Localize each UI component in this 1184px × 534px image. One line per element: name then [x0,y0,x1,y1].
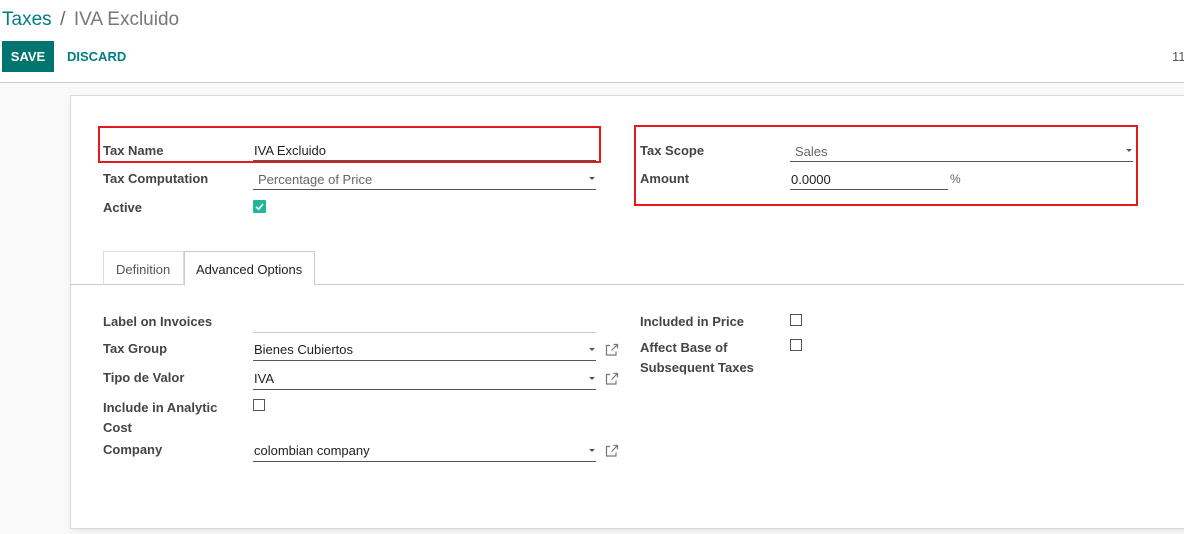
active-checkbox[interactable] [253,200,266,213]
caret-down-icon [589,449,595,452]
external-link-icon[interactable] [605,372,619,386]
active-label: Active [103,200,143,215]
company-label: Company [103,442,163,457]
company-select[interactable]: colombian company [253,440,596,462]
included-in-price-label: Included in Price [640,314,745,329]
tax-name-input[interactable]: IVA Excluido [253,140,596,161]
label-on-invoices-input[interactable] [253,312,596,333]
amount-value: 0.0000 [791,172,831,187]
tax-name-value: IVA Excluido [254,143,327,158]
label-on-invoices-label: Label on Invoices [103,314,213,329]
caret-down-icon [589,177,595,180]
breadcrumb-separator: / [60,9,66,30]
pager-value[interactable]: 11 [1172,49,1184,64]
control-panel: Taxes / IVA Excluido SAVE DISCARD 11 [0,0,1184,83]
tab-definition-label: Definition [116,262,171,277]
include-analytic-cost-line2: Cost [103,420,132,435]
included-in-price-checkbox[interactable] [790,314,802,326]
company-value: colombian company [254,443,370,458]
tab-definition[interactable]: Definition [103,251,184,285]
affect-base-line1: Affect Base of [640,340,728,355]
tipo-de-valor-label: Tipo de Valor [103,370,185,385]
amount-label: Amount [640,171,690,186]
tax-group-label: Tax Group [103,341,168,356]
tax-name-label: Tax Name [103,143,164,158]
tab-advanced-options-label: Advanced Options [196,262,303,277]
tax-group-value: Bienes Cubiertos [254,342,353,357]
include-analytic-cost-label: Include in Analytic Cost [103,398,217,438]
check-icon [255,203,264,211]
discard-button[interactable]: DISCARD [67,49,126,64]
tax-scope-value: Sales [795,144,828,159]
amount-unit: % [950,172,961,186]
include-analytic-cost-line1: Include in Analytic [103,400,218,415]
tax-computation-label: Tax Computation [103,171,209,186]
affect-base-checkbox[interactable] [790,339,802,351]
tax-scope-select[interactable]: Sales [790,140,1133,162]
tipo-de-valor-select[interactable]: IVA [253,368,596,390]
save-button[interactable]: SAVE [2,41,54,72]
external-link-icon[interactable] [605,343,619,357]
tax-computation-select[interactable]: Percentage of Price [253,168,596,190]
amount-input[interactable]: 0.0000 [790,168,948,190]
tipo-de-valor-value: IVA [254,371,274,386]
caret-down-icon [589,377,595,380]
breadcrumb-taxes-link[interactable]: Taxes [2,9,52,30]
tax-scope-label: Tax Scope [640,143,705,158]
tax-group-select[interactable]: Bienes Cubiertos [253,339,596,361]
include-analytic-cost-checkbox[interactable] [253,399,265,411]
affect-base-label: Affect Base of Subsequent Taxes [640,338,754,378]
caret-down-icon [1126,149,1132,152]
tab-advanced-options[interactable]: Advanced Options [184,251,315,286]
highlight-box-tax-scope [634,125,1138,206]
breadcrumb: Taxes / IVA Excluido [2,9,179,31]
tax-computation-value: Percentage of Price [258,172,373,187]
caret-down-icon [589,348,595,351]
affect-base-line2: Subsequent Taxes [640,360,754,375]
external-link-icon[interactable] [605,444,619,458]
breadcrumb-current: IVA Excluido [73,9,180,30]
